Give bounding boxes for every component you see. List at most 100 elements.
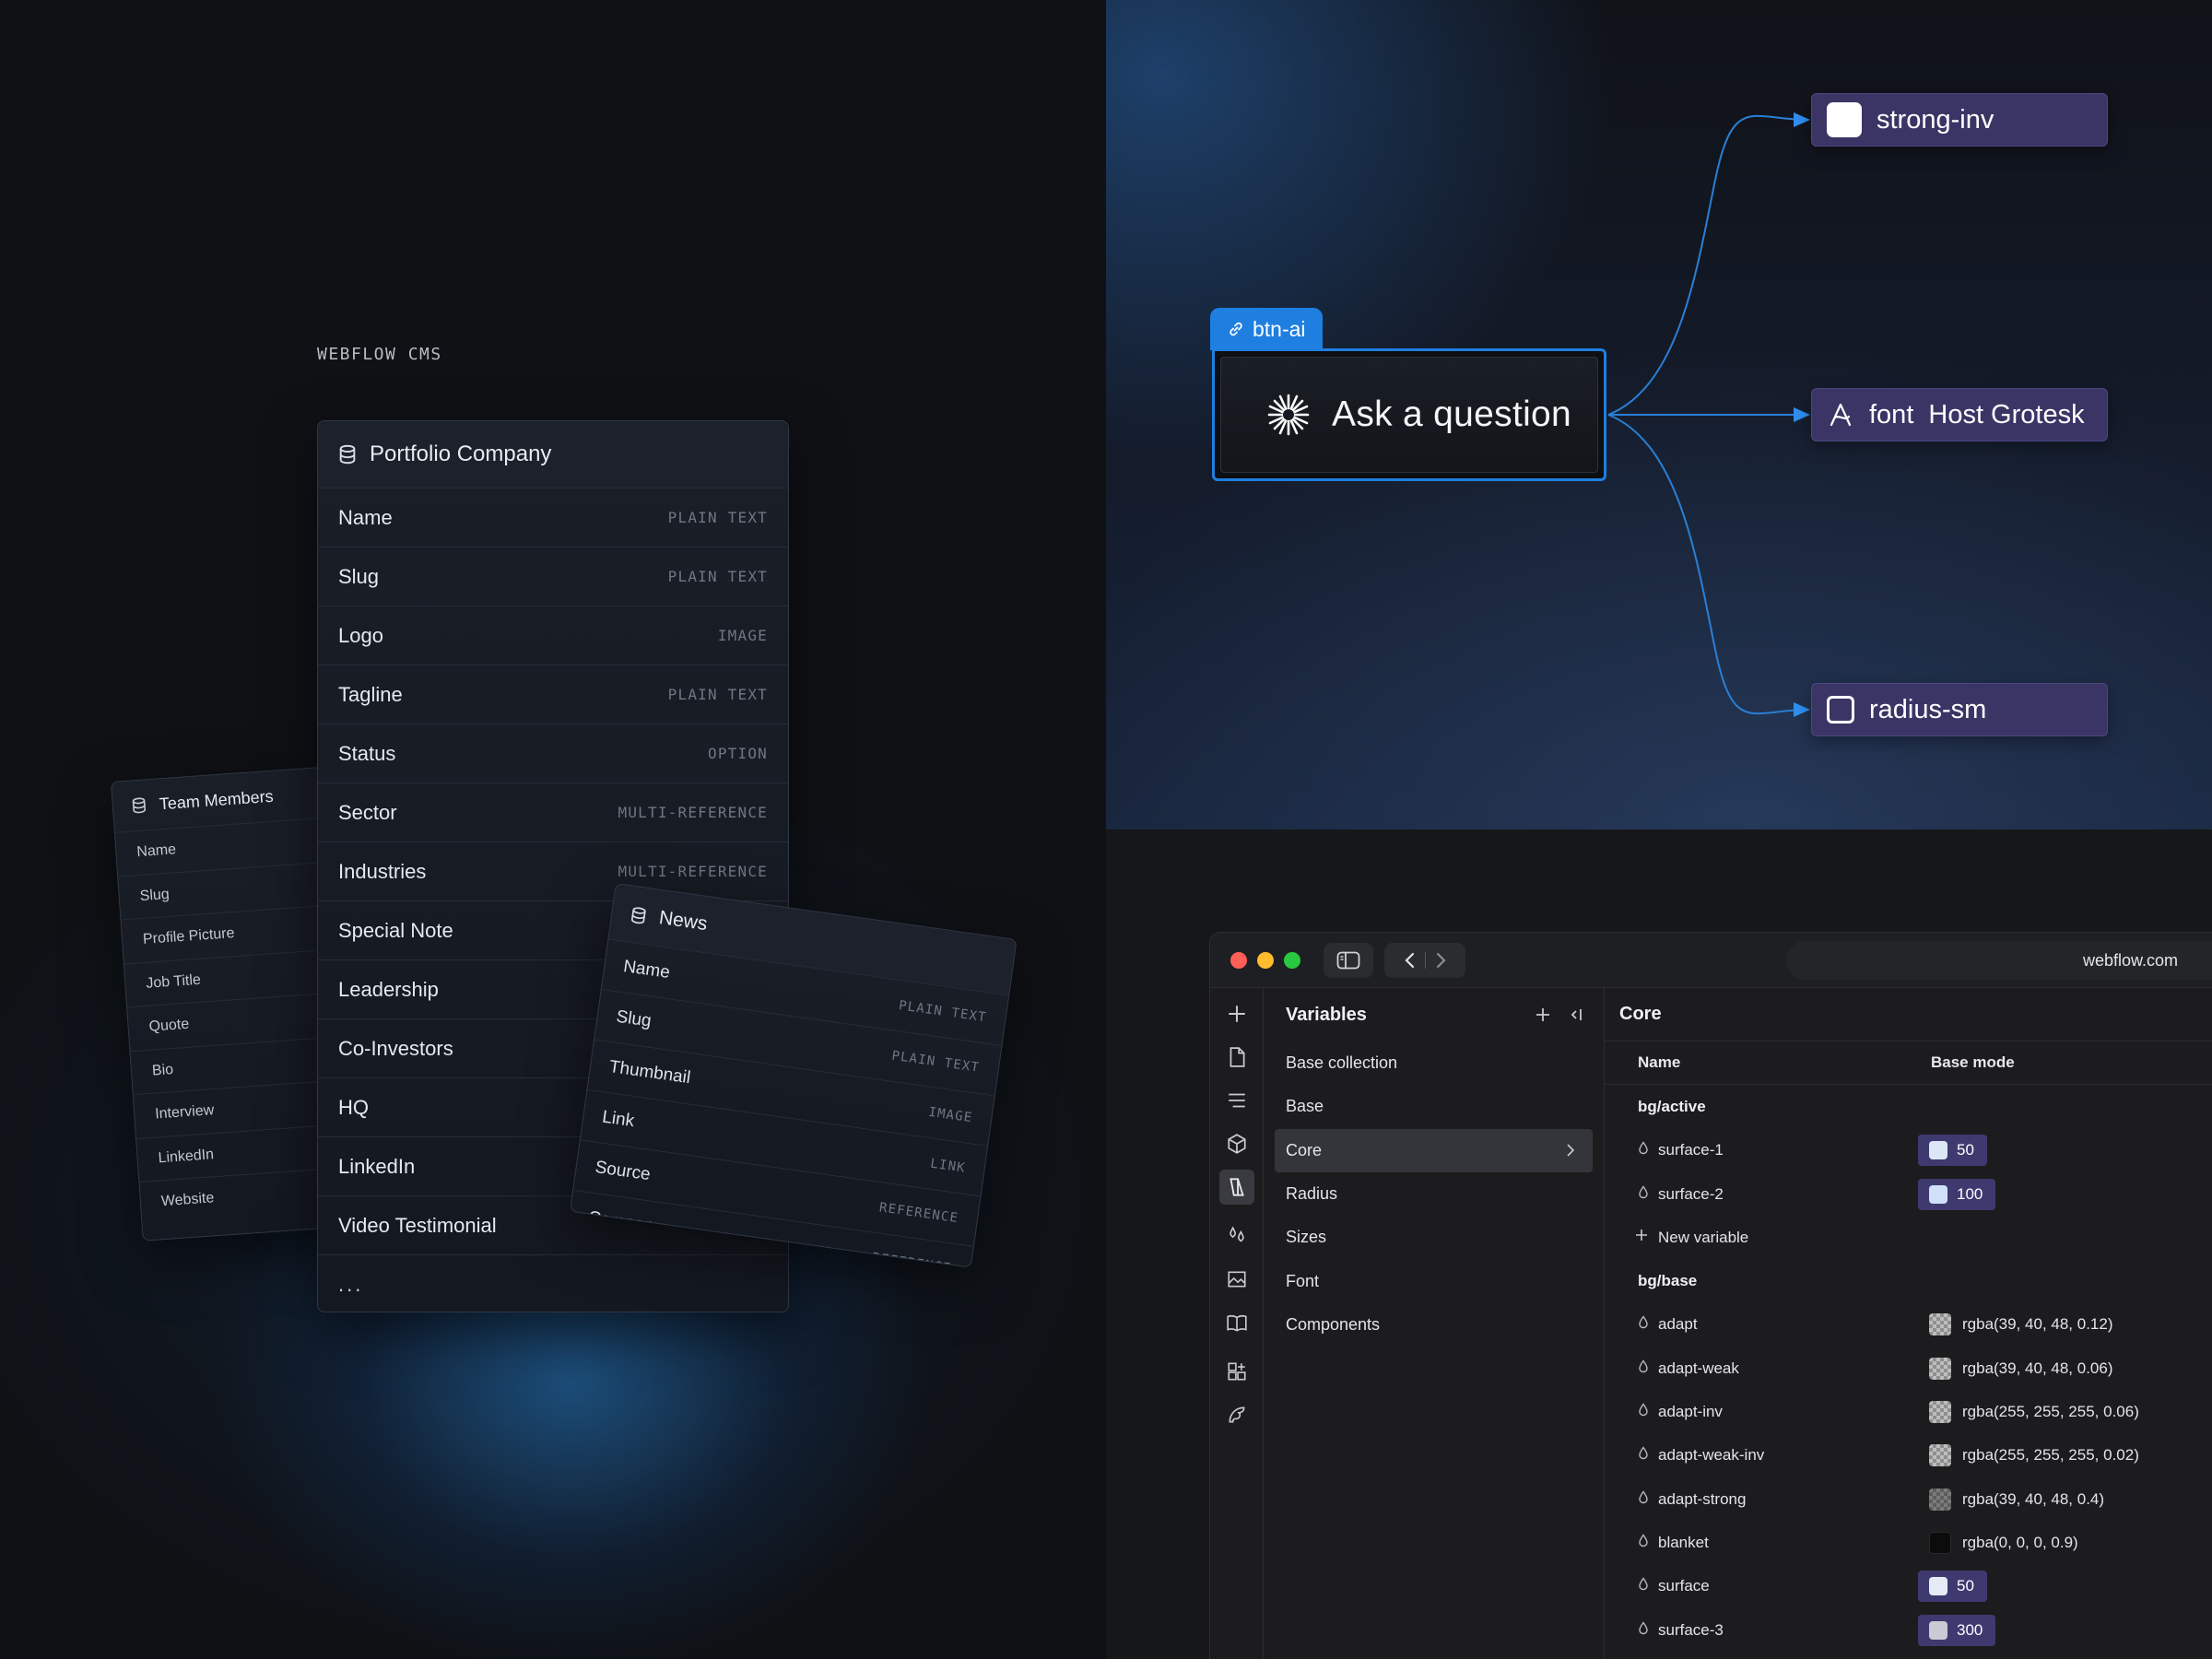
- add-icon[interactable]: [1219, 996, 1254, 1031]
- variable-value-cell[interactable]: rgba(39, 40, 48, 0.06): [1929, 1357, 2113, 1380]
- sparkle-icon: [1267, 394, 1310, 436]
- cms-field-row[interactable]: Tagline PLAIN TEXT: [318, 665, 788, 724]
- cms-field-row[interactable]: Logo IMAGE: [318, 606, 788, 665]
- settings-icon[interactable]: [1219, 1397, 1254, 1432]
- field-type: MULTI-REFERENCE: [618, 804, 768, 821]
- variable-value-cell[interactable]: rgba(39, 40, 48, 0.12): [1929, 1313, 2113, 1336]
- variable-name: surface-2: [1658, 1184, 1724, 1203]
- more-fields-ellipsis[interactable]: ...: [318, 1254, 788, 1312]
- collection-item[interactable]: Base: [1264, 1085, 1604, 1128]
- database-icon: [631, 906, 646, 924]
- new-variable-label: New variable: [1658, 1228, 1749, 1246]
- variable-name: blanket: [1658, 1533, 1709, 1551]
- ask-question-button[interactable]: Ask a question: [1220, 357, 1598, 473]
- sidebar-toggle-button[interactable]: [1324, 942, 1373, 978]
- collection-label: Radius: [1286, 1184, 1338, 1204]
- transparency-swatch: [1929, 1531, 1951, 1554]
- database-icon: [339, 444, 356, 465]
- collection-item[interactable]: Radius: [1264, 1172, 1604, 1216]
- variable-group-header: bg/base: [1605, 1259, 2212, 1302]
- variable-row[interactable]: adapt-inv rgba(255, 255, 255, 0.06): [1605, 1390, 2212, 1433]
- variables-panel: Variables Base collection Base Core Radius S…: [1264, 988, 1605, 1659]
- news-card[interactable]: News Name PLAIN TEXT Slug PLAIN TEXT Thumbna…: [569, 883, 1018, 1268]
- cms-icon[interactable]: [1219, 1305, 1254, 1340]
- collection-item[interactable]: Base collection: [1264, 1041, 1604, 1085]
- cms-field-row[interactable]: Slug PLAIN TEXT: [318, 547, 788, 606]
- variable-value-pill[interactable]: 50: [1918, 1571, 1987, 1603]
- forward-arrow-icon[interactable]: [1426, 949, 1455, 971]
- cms-field-row[interactable]: Name PLAIN TEXT: [318, 488, 788, 547]
- component-tag[interactable]: btn-ai: [1210, 308, 1323, 350]
- news-title: News: [657, 907, 709, 935]
- variable-row[interactable]: adapt rgba(39, 40, 48, 0.12): [1605, 1303, 2212, 1347]
- ask-button-selection[interactable]: Ask a question: [1212, 348, 1606, 481]
- browser-window: webflow.com Variables Base collection Bas…: [1209, 932, 2212, 1659]
- collection-item[interactable]: Font: [1264, 1259, 1604, 1302]
- variable-value: 50: [1957, 1577, 1974, 1595]
- address-bar[interactable]: webflow.com: [1786, 941, 2212, 980]
- variable-row[interactable]: blanket rgba(0, 0, 0, 0.9): [1605, 1521, 2212, 1564]
- variable-value-cell[interactable]: rgba(0, 0, 0, 0.9): [1929, 1531, 2078, 1554]
- color-drop-icon: [1638, 1359, 1649, 1378]
- core-title: Core: [1605, 988, 2212, 1041]
- table-header: Name Base mode: [1605, 1041, 2212, 1086]
- assets-icon[interactable]: [1219, 1262, 1254, 1297]
- variable-row[interactable]: surface 50: [1605, 1565, 2212, 1608]
- variable-value: rgba(255, 255, 255, 0.06): [1962, 1403, 2139, 1421]
- add-collection-icon[interactable]: [1534, 1006, 1552, 1024]
- variable-value-pill[interactable]: 300: [1918, 1614, 1996, 1646]
- variables-icon[interactable]: [1219, 1170, 1254, 1205]
- variable-value: rgba(0, 0, 0, 0.9): [1962, 1533, 2078, 1551]
- minimize-window-button[interactable]: [1257, 951, 1274, 969]
- field-name: Status: [338, 741, 396, 765]
- components-icon[interactable]: [1219, 1126, 1254, 1161]
- group-name: bg/base: [1638, 1272, 1698, 1290]
- color-swatch: [1929, 1184, 1947, 1204]
- apps-icon[interactable]: [1219, 1354, 1254, 1389]
- token-strong-inv[interactable]: strong-inv: [1811, 93, 2108, 147]
- collection-label: Core: [1286, 1140, 1323, 1159]
- variable-row[interactable]: adapt-strong rgba(39, 40, 48, 0.4): [1605, 1477, 2212, 1521]
- field-name: Special Note: [338, 918, 453, 942]
- token-radius-sm[interactable]: radius-sm: [1811, 683, 2108, 736]
- variable-row[interactable]: adapt-weak rgba(39, 40, 48, 0.06): [1605, 1347, 2212, 1390]
- back-arrow-icon[interactable]: [1395, 949, 1425, 971]
- field-name: Name: [622, 957, 672, 983]
- core-variables-table: Core Name Base mode bg/active surface-1 50…: [1605, 988, 2212, 1659]
- styles-icon[interactable]: [1219, 1218, 1254, 1253]
- variable-value-pill[interactable]: 100: [1918, 1178, 1996, 1210]
- collection-item[interactable]: Sizes: [1264, 1216, 1604, 1259]
- sidebar-icon: [1336, 951, 1360, 969]
- variable-value-cell[interactable]: rgba(255, 255, 255, 0.06): [1929, 1401, 2139, 1424]
- component-flow-panel: btn-ai Ask a question strong-inv font Ho…: [1106, 0, 2212, 830]
- portfolio-company-header: Portfolio Company: [318, 421, 788, 488]
- token-font[interactable]: font Host Grotesk: [1811, 388, 2108, 441]
- navigator-icon[interactable]: [1219, 1083, 1254, 1118]
- collapse-panel-icon[interactable]: [1569, 1006, 1583, 1024]
- color-drop-icon: [1638, 1446, 1649, 1465]
- new-variable-button[interactable]: New variable: [1605, 1216, 2212, 1259]
- variable-name-cell: surface-2: [1638, 1185, 1724, 1204]
- variable-value-cell[interactable]: rgba(255, 255, 255, 0.02): [1929, 1444, 2139, 1467]
- variable-name-cell: adapt-weak: [1638, 1359, 1739, 1378]
- collection-item[interactable]: Core: [1275, 1128, 1593, 1172]
- variable-value-cell[interactable]: rgba(39, 40, 48, 0.4): [1929, 1488, 2104, 1511]
- field-type: PLAIN TEXT: [667, 686, 768, 703]
- field-type: LINK: [929, 1156, 967, 1176]
- cms-field-row[interactable]: Industries MULTI-REFERENCE: [318, 841, 788, 900]
- close-window-button[interactable]: [1230, 951, 1247, 969]
- collection-item[interactable]: Components: [1264, 1303, 1604, 1347]
- color-drop-icon: [1638, 1141, 1649, 1159]
- variable-row[interactable]: surface-2 100: [1605, 1172, 2212, 1216]
- cms-field-row[interactable]: Sector MULTI-REFERENCE: [318, 782, 788, 841]
- variable-row[interactable]: surface-3 300: [1605, 1608, 2212, 1652]
- variable-row[interactable]: surface-1 50: [1605, 1129, 2212, 1172]
- variable-row[interactable]: adapt-weak-inv rgba(255, 255, 255, 0.02): [1605, 1434, 2212, 1477]
- variable-value: 50: [1957, 1141, 1974, 1159]
- maximize-window-button[interactable]: [1284, 951, 1300, 969]
- variable-value-pill[interactable]: 50: [1918, 1135, 1987, 1167]
- page-icon[interactable]: [1219, 1040, 1254, 1075]
- cms-field-row[interactable]: Status OPTION: [318, 724, 788, 782]
- variables-title: Variables: [1286, 1004, 1367, 1025]
- variable-name-cell: adapt: [1638, 1315, 1698, 1334]
